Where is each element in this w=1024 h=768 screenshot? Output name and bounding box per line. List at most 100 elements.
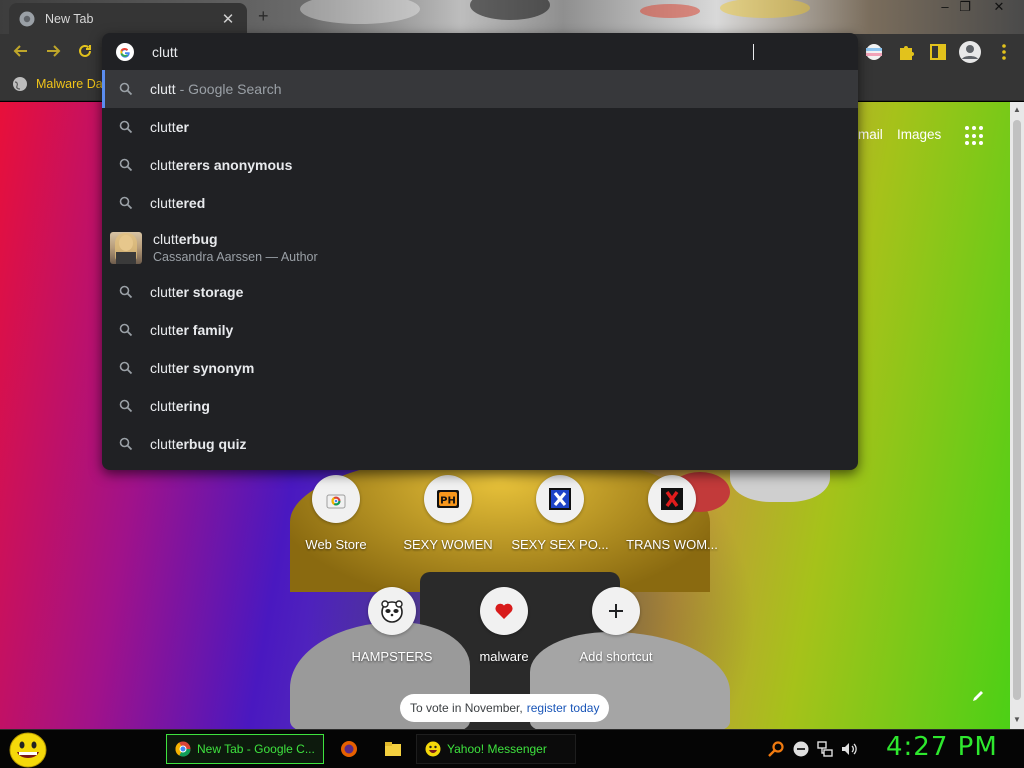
suggestion-prefix: clutt — [150, 81, 176, 97]
omnibox-input[interactable]: clutt — [152, 44, 752, 60]
back-button[interactable] — [10, 42, 32, 64]
hamster-icon — [381, 600, 403, 623]
omnibox-suggestion[interactable]: clutterbug quiz — [102, 425, 858, 463]
suggestion-prefix: clutt — [153, 231, 179, 247]
scroll-up-icon[interactable]: ▲ — [1012, 105, 1022, 114]
suggestion-completion: erers anonymous — [175, 157, 293, 173]
side-panel-icon[interactable] — [928, 42, 948, 62]
omnibox-suggestion[interactable]: clutterers anonymous — [102, 146, 858, 184]
forward-arrow-icon — [47, 45, 61, 57]
omnibox-suggestion[interactable]: clutter storage — [102, 273, 858, 311]
customize-pencil-icon[interactable] — [964, 686, 992, 714]
search-icon — [102, 285, 150, 299]
omnibox-dropdown: clutt clutt - Google Search clutter clutte… — [102, 33, 858, 470]
suggestion-prefix: clutt — [150, 398, 176, 414]
scroll-down-icon[interactable]: ▼ — [1012, 715, 1022, 724]
flag-extension-icon[interactable] — [864, 42, 884, 62]
shortcut-web-store[interactable]: Web Store — [280, 475, 392, 552]
folder-task-icon[interactable] — [384, 740, 402, 758]
taskbar-yahoo-task[interactable]: Yahoo! Messenger — [416, 734, 576, 764]
register-link[interactable]: register today — [527, 701, 600, 715]
back-arrow-icon — [13, 45, 27, 57]
suggestion-completion: ered — [175, 195, 206, 211]
suggestion-prefix: clutt — [150, 284, 176, 300]
window-close-button[interactable]: ✕ — [986, 0, 1012, 16]
add-shortcut-button[interactable]: Add shortcut — [560, 587, 672, 664]
reload-button[interactable] — [74, 42, 96, 64]
shortcut-label: malware — [479, 649, 529, 664]
apps-grid-icon[interactable] — [965, 126, 985, 146]
suggestion-subtitle: Cassandra Aarssen — Author — [153, 250, 318, 264]
svg-text:PH: PH — [440, 496, 456, 507]
suggestion-completion: erbug — [178, 231, 218, 247]
search-icon — [102, 437, 150, 451]
globe-icon — [13, 77, 27, 91]
search-tray-icon[interactable] — [767, 740, 785, 758]
chrome-icon — [19, 11, 35, 26]
omnibox-suggestion[interactable]: clutter synonym — [102, 349, 858, 387]
suggestion-prefix: clutt — [150, 195, 176, 211]
suggestion-prefix: clutt — [150, 322, 176, 338]
yahoo-smiley-icon — [425, 741, 441, 757]
google-g-icon — [116, 42, 134, 61]
suggestion-completion: er family — [175, 322, 234, 338]
search-icon — [102, 361, 150, 375]
search-icon — [102, 158, 150, 172]
omnibox-suggestion[interactable]: clutter family — [102, 311, 858, 349]
search-icon — [102, 196, 150, 210]
taskbar-clock[interactable]: 4:27 PM — [886, 732, 998, 762]
extensions-puzzle-icon[interactable] — [896, 42, 916, 62]
suggestion-completion: ering — [175, 398, 210, 414]
shortcut-label: HAMPSTERS — [351, 649, 433, 664]
search-icon — [102, 399, 150, 413]
suggestion-suffix: - Google Search — [175, 81, 282, 97]
new-tab-button[interactable]: + — [258, 6, 269, 27]
minus-tray-icon[interactable] — [792, 740, 810, 758]
shortcut-label: Web Store — [305, 537, 367, 552]
suggestion-completion: er storage — [175, 284, 244, 300]
task-label: New Tab - Google C... — [197, 742, 315, 756]
task-label: Yahoo! Messenger — [447, 742, 547, 756]
omnibox-suggestion[interactable]: cluttering — [102, 387, 858, 425]
shortcut-sexy-sex-po[interactable]: SEXY SEX PO... — [504, 475, 616, 552]
restore-button[interactable]: ❐ — [952, 0, 978, 16]
omnibox-suggestion[interactable]: cluttered — [102, 184, 858, 222]
suggestion-prefix: clutt — [150, 119, 176, 135]
scroll-thumb[interactable] — [1013, 120, 1021, 700]
bookmark-label: Malware Da — [36, 77, 103, 91]
forward-button[interactable] — [42, 42, 64, 64]
suggestion-completion: er synonym — [175, 360, 255, 376]
shortcut-label: SEXY WOMEN — [403, 537, 493, 552]
images-link[interactable]: Images — [897, 127, 941, 142]
tab-title: New Tab — [45, 11, 94, 26]
omnibox-input-row[interactable]: clutt — [102, 33, 858, 70]
taskbar-chrome-task[interactable]: New Tab - Google C... — [166, 734, 324, 764]
shortcut-malware[interactable]: malware — [448, 587, 560, 664]
firefox-task-icon[interactable] — [340, 740, 358, 758]
bookmark-malware[interactable]: Malware Da — [12, 76, 103, 92]
profile-avatar-icon[interactable] — [958, 40, 982, 64]
shortcut-trans-wom[interactable]: TRANS WOM... — [616, 475, 728, 552]
start-button[interactable] — [8, 732, 48, 768]
omnibox-suggestion[interactable]: clutter — [102, 108, 858, 146]
shortcut-sexy-women[interactable]: PH SEXY WOMEN — [392, 475, 504, 552]
gmail-link[interactable]: mail — [858, 127, 883, 142]
omnibox-suggestion[interactable]: clutterbug Cassandra Aarssen — Author — [102, 222, 858, 273]
search-icon — [102, 82, 150, 96]
shortcut-hampsters[interactable]: HAMPSTERS — [336, 587, 448, 664]
vote-text: To vote in November, — [410, 701, 523, 715]
suggestion-completion: er — [175, 119, 189, 135]
page-scrollbar[interactable]: ▲ ▼ — [1010, 102, 1024, 729]
vote-promo: To vote in November, register today — [400, 694, 610, 722]
volume-tray-icon[interactable] — [840, 740, 858, 758]
red-x-icon — [661, 488, 683, 510]
browser-tab[interactable]: New Tab ✕ — [9, 3, 247, 34]
shortcut-label: SEXY SEX PO... — [511, 537, 609, 552]
ph-icon: PH — [437, 490, 459, 508]
tab-close-icon[interactable]: ✕ — [219, 10, 237, 28]
blue-x-icon — [549, 488, 571, 510]
shortcut-label: Add shortcut — [579, 649, 653, 664]
omnibox-suggestion[interactable]: clutt - Google Search — [102, 70, 858, 108]
menu-kebab-icon[interactable] — [994, 42, 1014, 62]
network-tray-icon[interactable] — [816, 740, 834, 758]
